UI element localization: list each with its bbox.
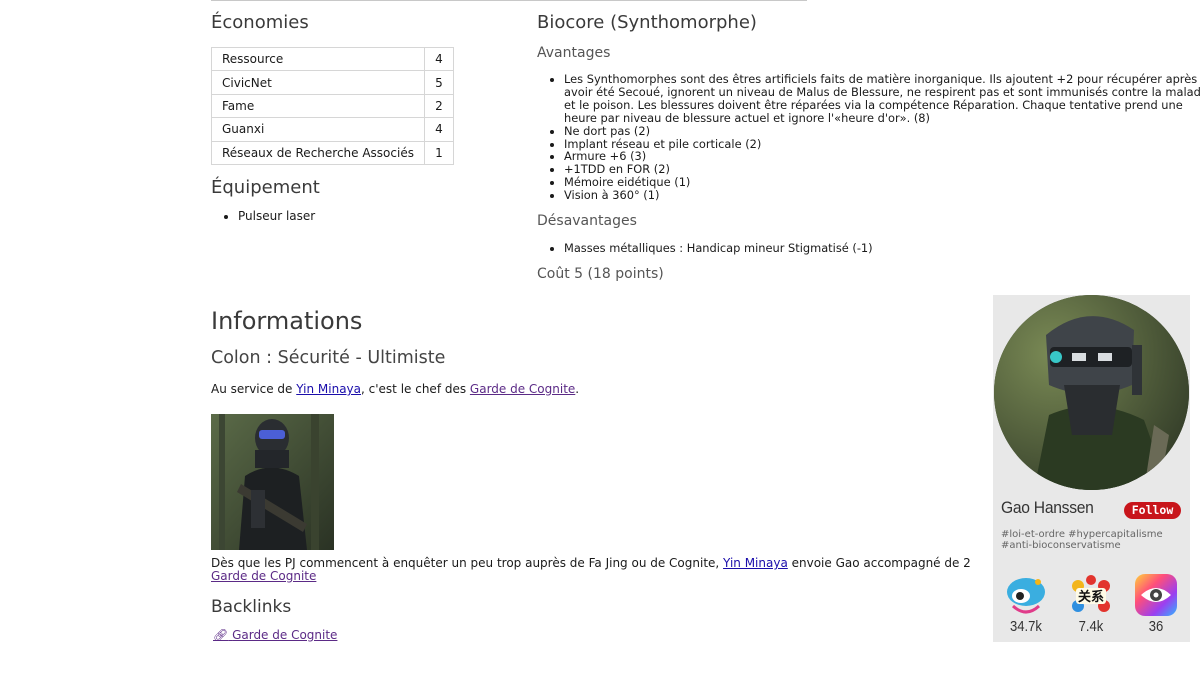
avatar	[994, 295, 1189, 490]
economies-table: Ressource 4 CivicNet 5 Fame 2 Guanxi 4 Résea…	[211, 46, 454, 165]
profile-name: Gao Hanssen	[1001, 498, 1094, 517]
weibo-icon[interactable]	[1005, 574, 1047, 616]
text: , c'est le chef des	[361, 382, 470, 396]
economy-label: Ressource	[211, 46, 425, 72]
equipment-list: Pulseur laser	[211, 209, 315, 223]
backlink-garde-de-cognite[interactable]: 🔗︎ Garde de Cognite	[213, 628, 337, 642]
guanxi-icon-text: 关系	[1078, 589, 1104, 605]
cost-text: Coût 5 (18 points)	[537, 266, 664, 282]
economy-value: 4	[423, 117, 454, 142]
table-row: Guanxi 4	[211, 117, 454, 142]
list-item: Masses métalliques : Handicap mineur Sti…	[564, 241, 873, 255]
biocore-heading: Biocore (Synthomorphe)	[537, 12, 757, 33]
disadvantages-heading: Désavantages	[537, 213, 637, 229]
economy-value: 4	[423, 46, 454, 72]
economy-label: CivicNet	[211, 70, 425, 95]
top-divider	[211, 0, 807, 1]
list-item: Ne dort pas (2)	[564, 124, 1200, 138]
weibo-count: 34.7k	[1010, 619, 1042, 635]
colon-subheading: Colon : Sécurité - Ultimiste	[211, 348, 446, 368]
list-item: Mémoire eidétique (1)	[564, 176, 1200, 189]
guanxi-icon[interactable]: 关系	[1070, 574, 1112, 616]
profile-tags: #loi-et-ordre #hypercapitalisme #anti-bi…	[1001, 529, 1163, 551]
disadvantages-list: Masses métalliques : Handicap mineur Sti…	[537, 241, 873, 255]
garde-de-cognite-link[interactable]: Garde de Cognite	[211, 569, 316, 583]
economy-label: Réseaux de Recherche Associés	[211, 140, 425, 165]
informations-heading: Informations	[211, 307, 363, 335]
economy-value: 1	[423, 140, 454, 165]
link-icon: 🔗︎	[213, 628, 229, 642]
table-row: CivicNet 5	[211, 70, 454, 95]
follow-button[interactable]: Follow	[1124, 502, 1181, 519]
backlinks-heading: Backlinks	[211, 597, 292, 617]
backlink-label: Garde de Cognite	[232, 628, 338, 642]
yin-minaya-link[interactable]: Yin Minaya	[296, 382, 361, 396]
eye-app-count: 36	[1148, 619, 1164, 635]
text: .	[575, 382, 580, 396]
guanxi-count: 7.4k	[1078, 619, 1104, 635]
character-portrait	[211, 414, 334, 550]
economy-value: 5	[423, 70, 454, 95]
economy-label: Guanxi	[211, 117, 425, 142]
table-row: Réseaux de Recherche Associés 1	[211, 140, 454, 165]
equipment-heading: Équipement	[211, 177, 320, 198]
text: Dès que les PJ commencent à enquêter un …	[211, 556, 724, 570]
description-paragraph: Au service de Yin Minaya, c'est le chef …	[211, 382, 579, 396]
economy-value: 2	[423, 93, 454, 119]
list-item: Les Synthomorphes sont des êtres artific…	[564, 73, 1200, 125]
text: envoie Gao accompagné de 2	[787, 556, 971, 570]
description-paragraph-2: Dès que les PJ commencent à enquêter un …	[211, 557, 971, 583]
text: Au service de	[211, 382, 297, 396]
garde-de-cognite-link[interactable]: Garde de Cognite	[470, 382, 575, 396]
advantages-heading: Avantages	[537, 45, 611, 61]
profile-card: Gao Hanssen Follow #loi-et-ordre #hyperc…	[993, 295, 1190, 642]
eye-app-icon[interactable]	[1135, 574, 1177, 616]
economies-heading: Économies	[211, 12, 309, 33]
list-item: Vision à 360° (1)	[564, 189, 1200, 202]
table-row: Ressource 4	[211, 46, 454, 72]
advantages-list: Les Synthomorphes sont des êtres artific…	[537, 73, 1200, 202]
list-item: Pulseur laser	[238, 209, 315, 223]
table-row: Fame 2	[211, 93, 454, 119]
yin-minaya-link[interactable]: Yin Minaya	[723, 556, 788, 570]
list-item: Implant réseau et pile corticale (2)	[564, 137, 1200, 151]
economy-label: Fame	[211, 93, 425, 119]
